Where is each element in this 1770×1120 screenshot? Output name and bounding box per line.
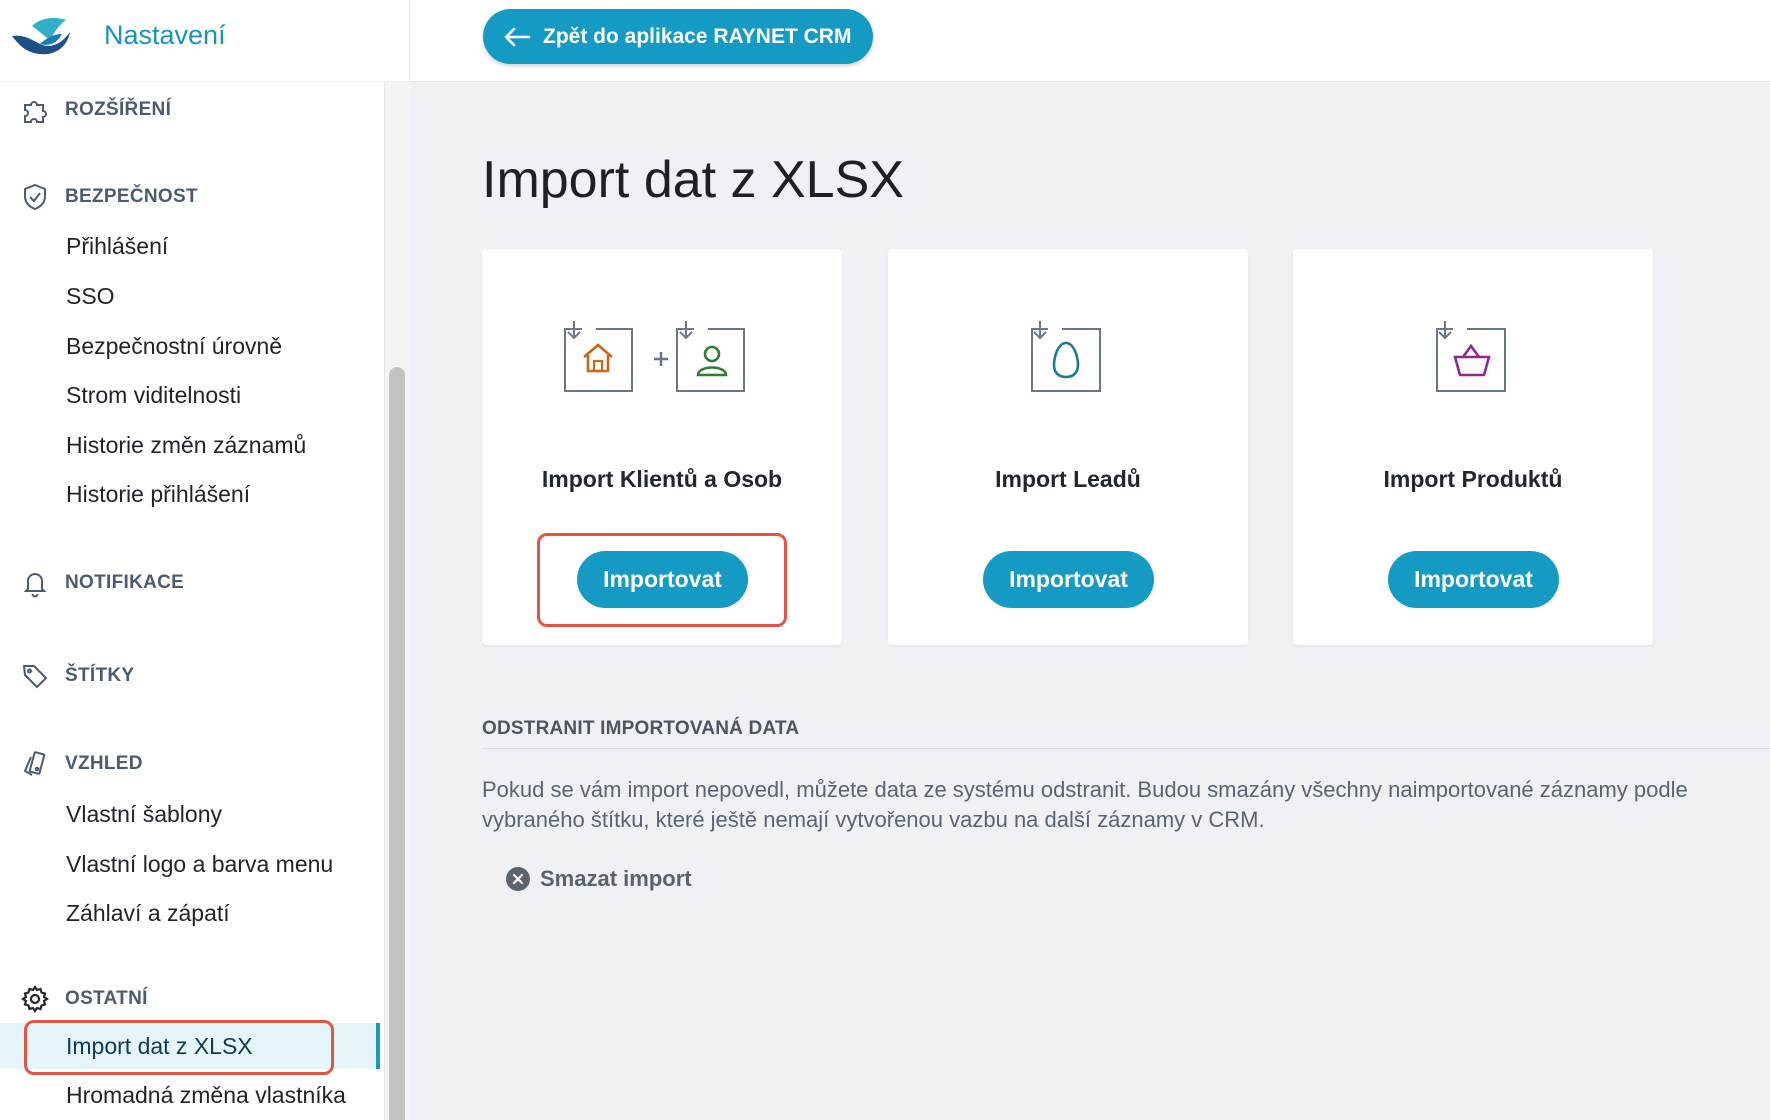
sidebar-item-label: Strom viditelnosti [66, 381, 242, 408]
import-products-button[interactable]: Importovat [1388, 551, 1559, 608]
import-clients-persons-icon [482, 319, 842, 409]
card-title: Import Produktů [1383, 466, 1563, 492]
back-button-label: Zpět do aplikace RAYNET CRM [543, 24, 852, 48]
import-card-products: Import Produktů Importovat [1293, 249, 1653, 645]
shield-check-icon [18, 180, 52, 214]
sidebar-item-record-history[interactable]: Historie změn záznamů [0, 422, 380, 468]
sidebar-header: Nastavení [0, 0, 410, 82]
sidebar-item-label: Přihlášení [66, 232, 169, 259]
import-card-clients: Import Klientů a Osob Importovat [482, 249, 842, 645]
sidebar-item-label: Vlastní logo a barva menu [66, 850, 334, 877]
section-label: OSTATNÍ [65, 988, 148, 1009]
sidebar-item-label: Hromadná změna vlastníka [66, 1081, 346, 1108]
divider [482, 748, 1770, 749]
sidebar-item-bulk-owner-change[interactable]: Hromadná změna vlastníka [0, 1072, 380, 1118]
back-to-crm-button[interactable]: Zpět do aplikace RAYNET CRM [483, 9, 874, 64]
sidebar: Nastavení ROZŠÍŘENÍ BEZPEČNOST Přihlášen… [0, 0, 410, 1120]
section-label: ROZŠÍŘENÍ [65, 99, 172, 120]
puzzle-icon [18, 93, 52, 127]
import-card-leads: Import Leadů Importovat [888, 249, 1248, 645]
delete-import-label: Smazat import [540, 866, 692, 891]
raynet-logo-icon[interactable] [10, 14, 74, 56]
sidebar-item-label: Import dat z XLSX [66, 1032, 253, 1059]
arrow-left-icon [504, 27, 531, 46]
gear-icon [18, 982, 52, 1016]
card-title: Import Klientů a Osob [541, 466, 783, 492]
import-leads-button[interactable]: Importovat [983, 551, 1154, 608]
import-clients-button[interactable]: Importovat [577, 551, 748, 608]
import-products-icon [1293, 319, 1653, 409]
sidebar-item-login[interactable]: Přihlášení [0, 223, 380, 269]
sidebar-item-label: Záhlaví a zápatí [66, 899, 230, 926]
delete-import-link[interactable]: Smazat import [506, 866, 692, 892]
sidebar-item-login-history[interactable]: Historie přihlášení [0, 471, 380, 517]
sidebar-item-custom-logo[interactable]: Vlastní logo a barva menu [0, 841, 380, 887]
tag-icon [18, 659, 52, 693]
section-label: ŠTÍTKY [65, 665, 135, 686]
sidebar-item-label: Vlastní šablony [66, 800, 222, 827]
delete-section-description: Pokud se vám import nepovedl, můžete dat… [482, 777, 1688, 832]
section-label: BEZPEČNOST [65, 186, 198, 207]
section-label: VZHLED [65, 753, 143, 774]
settings-nav: ROZŠÍŘENÍ BEZPEČNOST Přihlášení SSO Bezp… [0, 82, 380, 1120]
card-title: Import Leadů [995, 466, 1141, 492]
bell-icon [18, 566, 52, 600]
sidebar-item-sso[interactable]: SSO [0, 273, 380, 319]
section-label: NOTIFIKACE [65, 572, 185, 593]
sidebar-item-visibility-tree[interactable]: Strom viditelnosti [0, 372, 380, 418]
app-title: Nastavení [104, 20, 226, 50]
sidebar-item-import-xlsx[interactable]: Import dat z XLSX [0, 1023, 380, 1069]
delete-section-heading: ODSTRANIT IMPORTOVANÁ DATA [482, 718, 800, 739]
close-circle-icon [506, 867, 530, 891]
sidebar-item-label: SSO [66, 282, 115, 309]
palette-icon [18, 747, 52, 781]
sidebar-item-security-levels[interactable]: Bezpečnostní úrovně [0, 323, 380, 369]
sidebar-item-label: Bezpečnostní úrovně [66, 332, 283, 359]
top-bar: Zpět do aplikace RAYNET CRM [410, 0, 1770, 82]
import-leads-icon [888, 319, 1248, 409]
sidebar-scrollbar-thumb[interactable] [389, 367, 405, 1120]
sidebar-item-header-footer[interactable]: Záhlaví a zápatí [0, 890, 380, 936]
sidebar-item-label: Historie přihlášení [66, 480, 251, 507]
sidebar-item-custom-templates[interactable]: Vlastní šablony [0, 791, 380, 837]
page-title: Import dat z XLSX [482, 151, 904, 209]
sidebar-item-label: Historie změn záznamů [66, 431, 307, 458]
sidebar-scrollbar[interactable] [384, 82, 410, 1120]
